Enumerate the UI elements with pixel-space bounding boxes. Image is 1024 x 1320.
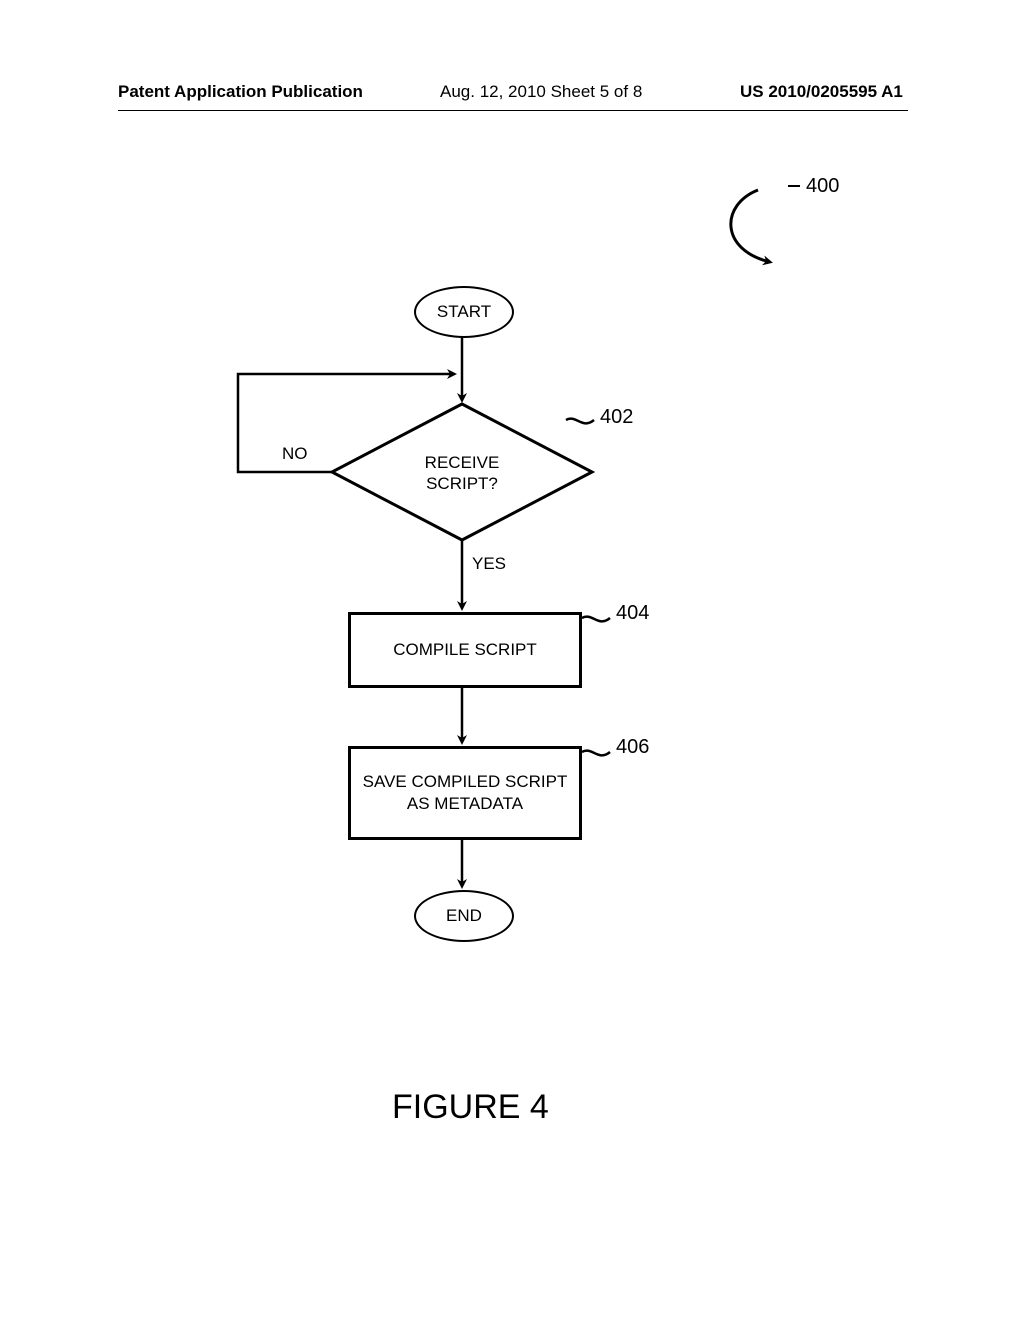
process-compile-script-label: COMPILE SCRIPT [393,639,537,661]
page: Patent Application Publication Aug. 12, … [0,0,1024,1320]
process-save-compiled-label: SAVE COMPILED SCRIPT AS METADATA [351,771,579,815]
ref-label-404: 404 [616,602,649,625]
terminal-start: START [414,286,514,338]
terminal-start-label: START [437,302,491,322]
terminal-end-label: END [446,906,482,926]
label-yes: YES [472,554,506,574]
ref-label-406: 406 [616,736,649,759]
ref-label-402: 402 [600,406,633,429]
decision-receive-script: RECEIVE SCRIPT? [392,452,532,495]
figure-caption: FIGURE 4 [392,1088,549,1127]
label-no: NO [282,444,308,464]
terminal-end: END [414,890,514,942]
process-compile-script: COMPILE SCRIPT [348,612,582,688]
figure-ref-400: 400 [806,175,839,198]
decision-label: RECEIVE SCRIPT? [425,453,500,493]
process-save-compiled: SAVE COMPILED SCRIPT AS METADATA [348,746,582,840]
